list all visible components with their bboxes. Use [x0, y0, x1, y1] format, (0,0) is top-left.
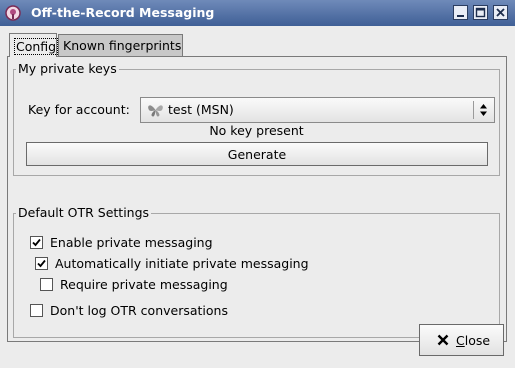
- updown-arrows-icon: [479, 102, 488, 121]
- account-select[interactable]: test (MSN): [140, 97, 495, 123]
- title-bar[interactable]: Off-the-Record Messaging: [0, 0, 515, 26]
- dont-log-otr-label: Don't log OTR conversations: [50, 303, 228, 318]
- auto-initiate-check[interactable]: [35, 257, 48, 270]
- key-status-text: No key present: [209, 123, 304, 138]
- tab-config-label: Config: [14, 38, 59, 55]
- generate-button-label: Generate: [227, 147, 287, 162]
- require-private-messaging-check[interactable]: [40, 278, 53, 291]
- private-keys-frame-label: My private keys: [16, 61, 119, 76]
- close-window-icon[interactable]: [493, 5, 508, 20]
- minimize-icon[interactable]: [453, 5, 468, 20]
- require-private-messaging-label: Require private messaging: [60, 277, 228, 292]
- close-button-label: Close: [456, 333, 490, 348]
- account-label: Key for account:: [28, 102, 130, 117]
- dont-log-otr-check[interactable]: [30, 304, 43, 317]
- otr-settings-frame-label: Default OTR Settings: [16, 205, 152, 220]
- enable-private-messaging-label: Enable private messaging: [50, 235, 213, 250]
- window-title: Off-the-Record Messaging: [31, 5, 215, 20]
- auto-initiate-label: Automatically initiate private messaging: [55, 256, 309, 271]
- otr-settings-frame: Default OTR Settings Enable private mess…: [13, 205, 500, 338]
- enable-private-messaging-check[interactable]: [30, 236, 43, 249]
- tab-config[interactable]: Config: [9, 33, 59, 57]
- tab-known-fingerprints[interactable]: Known fingerprints: [58, 34, 183, 56]
- window-body: Config Known fingerprints My private key…: [0, 26, 515, 368]
- close-button[interactable]: Close: [419, 324, 504, 356]
- msn-butterfly-icon: [147, 102, 164, 121]
- close-x-icon: [437, 334, 449, 349]
- close-label-rest: lose: [464, 333, 491, 348]
- config-panel: My private keys Key for account: test (M…: [7, 56, 507, 342]
- combo-separator: [473, 101, 474, 119]
- close-mnemonic: C: [456, 333, 465, 348]
- tab-known-fingerprints-label: Known fingerprints: [63, 38, 182, 53]
- maximize-icon[interactable]: [473, 5, 488, 20]
- account-select-value: test (MSN): [168, 102, 234, 117]
- private-keys-frame: My private keys Key for account: test (M…: [13, 61, 500, 176]
- generate-button[interactable]: Generate: [26, 142, 488, 166]
- pidgin-app-icon[interactable]: [4, 4, 22, 22]
